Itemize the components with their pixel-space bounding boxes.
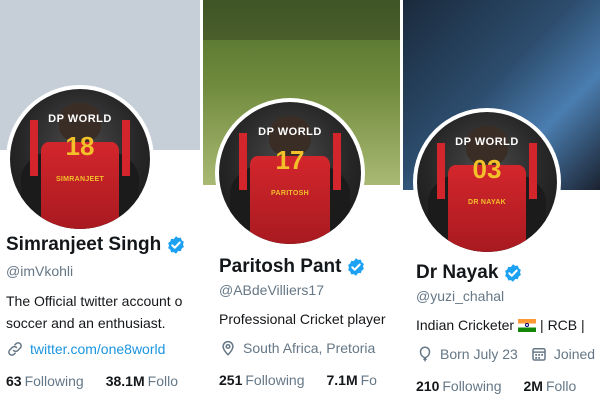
avatar[interactable]: DP WORLD 18 SIMRANJEET <box>6 85 154 233</box>
profile-card-2: DP WORLD 17 PARITOSH Paritosh Pant @ABde… <box>203 0 400 400</box>
jersey-name: PARITOSH <box>271 190 309 198</box>
profile-name[interactable]: Dr Nayak <box>416 262 498 284</box>
avatar-photo: DP WORLD 03 DR NAYAK <box>417 112 557 252</box>
bio-line: Professional Cricket player <box>219 311 386 327</box>
following-stat[interactable]: 251 Following <box>219 372 305 388</box>
jersey-sponsor: DP WORLD <box>455 135 519 148</box>
jersey-sponsor: DP WORLD <box>258 126 322 139</box>
profile-name[interactable]: Paritosh Pant <box>219 256 341 278</box>
jersey-number: 18 <box>65 131 95 161</box>
verified-badge-icon <box>348 258 365 276</box>
link-icon <box>8 342 22 356</box>
avatar-photo: DP WORLD 18 SIMRANJEET <box>10 89 150 229</box>
followers-stat[interactable]: 7.1M Fo <box>327 372 377 388</box>
jersey-sponsor: DP WORLD <box>48 112 112 125</box>
profile-meta: South Africa, Pretoria <box>219 339 375 357</box>
profile-card-3: DP WORLD 03 DR NAYAK Dr Nayak @yuzi_chah… <box>403 0 600 400</box>
profile-handle: @ABdeVilliers17 <box>219 282 325 298</box>
profile-name-row: Paritosh Pant <box>219 256 366 278</box>
india-flag-icon <box>518 318 537 332</box>
bio-line: The Official twitter account o <box>6 293 183 309</box>
avatar[interactable]: DP WORLD 03 DR NAYAK <box>413 108 561 256</box>
calendar-icon <box>532 348 546 361</box>
profile-bio: The Official twitter account o soccer an… <box>6 290 182 334</box>
profile-bio: Indian Cricketer | RCB | <box>416 314 585 336</box>
profile-meta: twitter.com/one8world <box>6 340 165 358</box>
followers-stat[interactable]: 38.1M Follo <box>106 373 178 389</box>
following-stat[interactable]: 210 Following <box>416 378 502 394</box>
profile-stats: 251 Following 7.1M Fo <box>219 372 399 388</box>
profile-handle: @yuzi_chahal <box>416 288 505 304</box>
bio-text: Indian Cricketer <box>416 317 515 333</box>
balloon-icon <box>419 346 431 362</box>
profile-joined: Joined <box>553 346 596 362</box>
profile-handle: @imVkohli <box>6 263 74 279</box>
profile-name-row: Dr Nayak <box>416 262 523 284</box>
verified-badge-icon <box>168 236 185 254</box>
location-pin-icon <box>222 340 234 356</box>
jersey-number: 17 <box>275 144 305 175</box>
profile-stats: 210 Following 2M Follo <box>416 378 598 394</box>
profile-bio: Professional Cricket player <box>219 308 386 330</box>
jersey-name: SIMRANJEET <box>55 175 105 183</box>
following-stat[interactable]: 63 Following <box>6 373 84 389</box>
followers-stat[interactable]: 2M Follo <box>524 378 577 394</box>
bio-line: soccer and an enthusiast. <box>6 315 166 331</box>
profile-stats: 63 Following 38.1M Follo <box>6 373 200 389</box>
profile-name-row: Simranjeet Singh <box>6 234 186 256</box>
verified-badge-icon <box>505 264 522 282</box>
profile-website-link[interactable]: twitter.com/one8world <box>30 341 165 357</box>
avatar-photo: DP WORLD 17 PARITOSH <box>219 102 361 244</box>
profile-meta: Born July 23 Joined <box>416 345 595 363</box>
bio-text-suffix: | RCB | <box>540 317 585 333</box>
avatar[interactable]: DP WORLD 17 PARITOSH <box>215 98 365 248</box>
jersey-name: DR NAYAK <box>467 198 507 206</box>
jersey-number: 03 <box>472 154 502 184</box>
profile-name[interactable]: Simranjeet Singh <box>6 234 161 256</box>
profile-birthday: Born July 23 <box>440 346 518 362</box>
profile-card-1: DP WORLD 18 SIMRANJEET Simranjeet Singh … <box>0 0 200 400</box>
profile-location: South Africa, Pretoria <box>243 340 376 356</box>
